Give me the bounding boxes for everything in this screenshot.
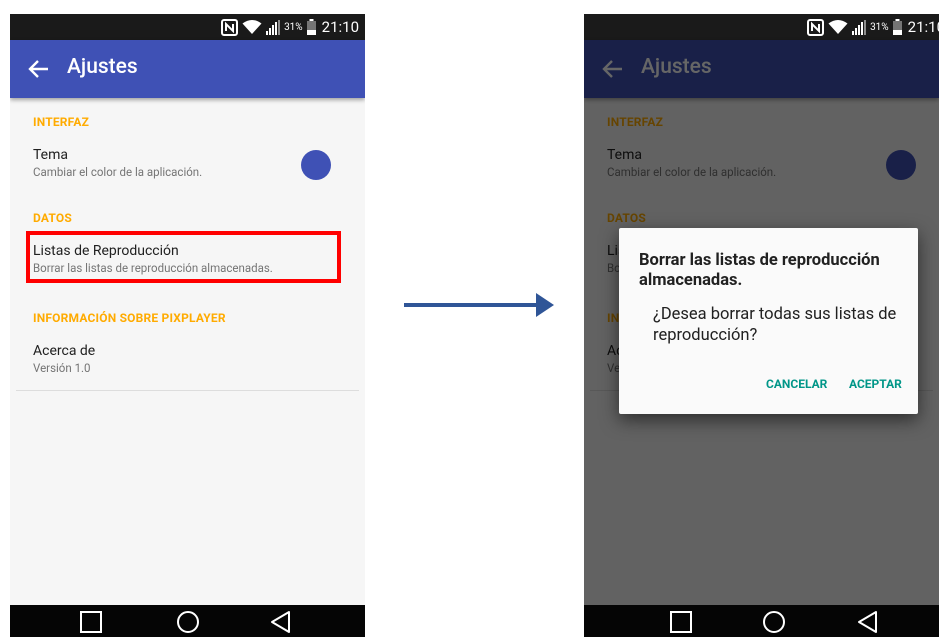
battery-percent: 31% bbox=[284, 21, 303, 33]
preference-summary: Cambiar el color de la aplicación. bbox=[33, 165, 203, 179]
arrow-back-icon[interactable] bbox=[28, 58, 50, 80]
settings-screen-before: 31% 21:10 Ajustes INTERFAZ Tema Cambiar … bbox=[10, 14, 365, 637]
dialog-title: Borrar las listas de reproducción almace… bbox=[639, 251, 880, 290]
back-icon[interactable] bbox=[268, 609, 294, 635]
back-icon[interactable] bbox=[855, 609, 881, 635]
signal-icon bbox=[852, 19, 867, 35]
section-header-info: INFORMACIÓN SOBRE PIXPLAYER bbox=[33, 311, 226, 325]
theme-preference[interactable]: Tema Cambiar el color de la aplicación. bbox=[10, 147, 365, 187]
preference-title: Acerca de bbox=[33, 343, 96, 359]
settings-screen-after: 31% 21:10 Ajustes INTERFAZ Tema Cambiar … bbox=[584, 14, 939, 637]
preference-summary: Versión 1.0 bbox=[33, 361, 91, 375]
cancel-button[interactable]: CANCELAR bbox=[766, 377, 827, 391]
status-bar: 31% 21:10 bbox=[10, 14, 365, 40]
theme-color-swatch[interactable] bbox=[301, 150, 331, 180]
divider bbox=[16, 390, 359, 391]
home-icon[interactable] bbox=[761, 609, 787, 635]
highlight-box bbox=[26, 231, 341, 283]
page-title: Ajustes bbox=[67, 55, 138, 79]
accept-button[interactable]: ACEPTAR bbox=[849, 377, 902, 391]
status-bar: 31% 21:10 bbox=[584, 14, 939, 40]
battery-icon bbox=[892, 19, 902, 35]
nfc-icon bbox=[807, 18, 825, 36]
preference-title: Tema bbox=[33, 147, 68, 163]
dialog-message: ¿Desea borrar todas sus listas de reprod… bbox=[653, 305, 897, 345]
battery-percent: 31% bbox=[870, 21, 889, 33]
about-preference[interactable]: Acerca de Versión 1.0 bbox=[10, 343, 365, 383]
navigation-bar bbox=[10, 605, 365, 637]
nfc-icon bbox=[221, 18, 239, 36]
clock: 21:10 bbox=[907, 18, 939, 36]
navigation-bar bbox=[584, 605, 939, 637]
transition-arrow bbox=[404, 293, 554, 317]
section-header-interfaz: INTERFAZ bbox=[33, 115, 90, 129]
recents-icon[interactable] bbox=[668, 609, 694, 635]
signal-icon bbox=[266, 19, 281, 35]
clock: 21:10 bbox=[321, 18, 359, 36]
delete-playlists-dialog: Borrar las listas de reproducción almace… bbox=[619, 228, 918, 414]
home-icon[interactable] bbox=[175, 609, 201, 635]
recents-icon[interactable] bbox=[78, 609, 104, 635]
app-bar: Ajustes bbox=[10, 40, 365, 98]
section-header-datos: DATOS bbox=[33, 211, 72, 225]
wifi-icon bbox=[242, 19, 262, 35]
settings-list: INTERFAZ Tema Cambiar el color de la apl… bbox=[10, 98, 365, 605]
battery-icon bbox=[306, 19, 316, 35]
wifi-icon bbox=[828, 19, 848, 35]
